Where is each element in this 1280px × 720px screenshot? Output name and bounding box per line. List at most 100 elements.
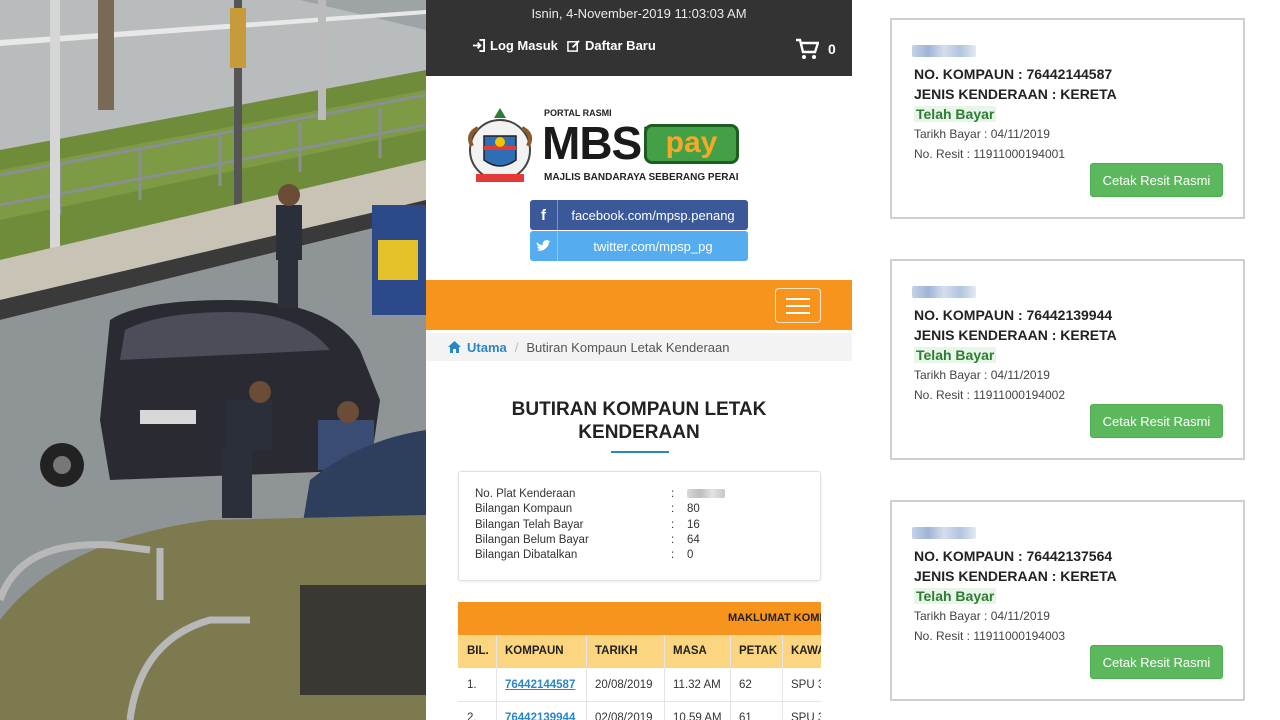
receipt-card: NO. KOMPAUN : 76442137564 JENIS KENDERAA… <box>890 500 1245 701</box>
summary-label: Bilangan Dibatalkan <box>475 549 578 561</box>
column-divider <box>664 635 665 720</box>
breadcrumb-home[interactable]: Utama <box>448 340 507 355</box>
payment-date: Tarikh Bayar : 04/11/2019 <box>914 368 1050 382</box>
sign-in-icon <box>472 39 485 52</box>
payment-status: Telah Bayar <box>914 106 997 122</box>
vehicle-type: JENIS KENDERAAN : KERETA <box>914 86 1117 102</box>
column-divider <box>730 635 731 720</box>
summary-row-paid: Bilangan Telah Bayar:16 <box>475 519 700 531</box>
breadcrumb-home-label: Utama <box>467 339 507 355</box>
compound-link[interactable]: 76442139944 <box>505 712 575 720</box>
summary-label: Bilangan Belum Bayar <box>475 534 589 546</box>
summary-row-cancelled: Bilangan Dibatalkan:0 <box>475 549 694 561</box>
table-row: 1. 76442144587 20/08/2019 11.32 AM 62 SP… <box>458 669 821 702</box>
tow-truck-photo <box>0 0 426 720</box>
summary-value: 16 <box>687 519 700 531</box>
summary-value: 80 <box>687 503 700 515</box>
table-header-row: BIL. KOMPAUN TARIKH MASA PETAK KAWASAN <box>458 635 821 668</box>
compound-link[interactable]: 76442144587 <box>505 679 575 691</box>
crest-icon <box>468 108 532 182</box>
row-number: 1. <box>467 679 477 691</box>
receipt-number: No. Resit : 11911000194003 <box>914 629 1066 643</box>
nav-bar <box>426 280 852 330</box>
edit-icon <box>567 40 580 52</box>
row-date: 20/08/2019 <box>595 679 653 691</box>
table-row: 2. 76442139944 02/08/2019 10.59 AM 61 SP… <box>458 702 821 720</box>
owner-name-blurred <box>912 45 976 57</box>
summary-value: 64 <box>687 534 700 546</box>
owner-name-blurred <box>912 527 976 539</box>
twitter-icon <box>530 231 558 261</box>
register-label: Daftar Baru <box>585 38 656 53</box>
column-header: KOMPAUN <box>505 645 564 657</box>
vehicle-type: JENIS KENDERAAN : KERETA <box>914 568 1117 584</box>
mbsp-pay-mobile-page: Isnin, 4-November-2019 11:03:03 AM Log M… <box>426 0 852 720</box>
top-bar: Isnin, 4-November-2019 11:03:03 AM Log M… <box>426 0 852 76</box>
column-divider <box>586 635 587 720</box>
vehicle-type: JENIS KENDERAAN : KERETA <box>914 327 1117 343</box>
summary-label: No. Plat Kenderaan <box>475 488 576 500</box>
twitter-label: twitter.com/mpsp_pg <box>593 238 713 254</box>
receipt-number: No. Resit : 11911000194001 <box>914 147 1066 161</box>
row-date: 02/08/2019 <box>595 712 653 720</box>
owner-name-blurred <box>912 286 976 298</box>
shopping-cart-icon <box>796 38 819 59</box>
payment-date: Tarikh Bayar : 04/11/2019 <box>914 127 1050 141</box>
print-receipt-button[interactable]: Cetak Resit Rasmi <box>1090 645 1223 679</box>
mbsp-pay-logo[interactable]: PORTAL RASMI MBSP pay MAJLIS BANDARAYA S… <box>462 104 752 190</box>
register-link[interactable]: Daftar Baru <box>567 38 656 53</box>
compound-number: NO. KOMPAUN : 76442139944 <box>914 307 1113 323</box>
summary-row-unpaid: Bilangan Belum Bayar:64 <box>475 534 700 546</box>
hamburger-menu-icon[interactable] <box>775 288 821 323</box>
logo-subtitle: MAJLIS BANDARAYA SEBERANG PERAI <box>544 172 739 183</box>
summary-label: Bilangan Kompaun <box>475 503 573 515</box>
login-link[interactable]: Log Masuk <box>472 38 558 53</box>
plate-number-blurred <box>687 489 725 499</box>
page-title: BUTIRAN KOMPAUN LETAK KENDERAAN <box>511 399 767 443</box>
row-area: SPU 3 <box>791 712 821 720</box>
table-caption-bar: MAKLUMAT KOMPAUN <box>458 602 821 635</box>
row-time: 10.59 AM <box>673 712 722 720</box>
breadcrumb-current: Butiran Kompaun Letak Kenderaan <box>526 339 730 355</box>
row-bay: 61 <box>739 712 752 720</box>
facebook-link[interactable]: f facebook.com/mpsp.penang <box>530 200 748 230</box>
column-header: BIL. <box>467 645 489 657</box>
row-bay: 62 <box>739 679 752 691</box>
home-icon <box>448 341 461 353</box>
receipt-number: No. Resit : 11911000194002 <box>914 388 1066 402</box>
print-receipt-button[interactable]: Cetak Resit Rasmi <box>1090 404 1223 438</box>
payment-status: Telah Bayar <box>914 588 997 604</box>
breadcrumb-separator: / <box>514 339 519 355</box>
column-divider <box>496 635 497 720</box>
facebook-icon: f <box>530 200 558 230</box>
print-receipt-button[interactable]: Cetak Resit Rasmi <box>1090 163 1223 197</box>
title-underline <box>611 451 669 453</box>
column-divider <box>782 635 783 720</box>
facebook-label: facebook.com/mpsp.penang <box>571 207 735 223</box>
compound-summary-panel: No. Plat Kenderaan: Bilangan Kompaun:80 … <box>458 471 821 581</box>
row-area: SPU 3 <box>791 679 821 691</box>
payment-date: Tarikh Bayar : 04/11/2019 <box>914 609 1050 623</box>
summary-value: 0 <box>687 549 694 561</box>
breadcrumb: Utama / Butiran Kompaun Letak Kenderaan <box>426 333 852 361</box>
payment-status: Telah Bayar <box>914 347 997 363</box>
receipt-card: NO. KOMPAUN : 76442139944 JENIS KENDERAA… <box>890 259 1245 460</box>
compound-number: NO. KOMPAUN : 76442137564 <box>914 548 1113 564</box>
column-header: MASA <box>673 645 707 657</box>
login-label: Log Masuk <box>490 38 558 53</box>
summary-label: Bilangan Telah Bayar <box>475 519 584 531</box>
receipt-card: NO. KOMPAUN : 76442144587 JENIS KENDERAA… <box>890 18 1245 219</box>
compound-table: MAKLUMAT KOMPAUN BIL. KOMPAUN TARIKH MAS… <box>458 602 821 720</box>
column-header: KAWASAN <box>791 645 821 657</box>
cart-button[interactable]: 0 <box>795 38 836 60</box>
row-number: 2. <box>467 712 477 720</box>
column-header: PETAK <box>739 645 778 657</box>
cart-count: 0 <box>828 41 836 57</box>
logo-pay-badge: pay <box>644 124 739 164</box>
summary-row-total: Bilangan Kompaun:80 <box>475 503 700 515</box>
compound-number: NO. KOMPAUN : 76442144587 <box>914 66 1113 82</box>
table-caption: MAKLUMAT KOMPAUN <box>728 612 821 624</box>
row-time: 11.32 AM <box>673 679 721 691</box>
twitter-link[interactable]: twitter.com/mpsp_pg <box>530 231 748 261</box>
current-datetime: Isnin, 4-November-2019 11:03:03 AM <box>531 6 747 21</box>
